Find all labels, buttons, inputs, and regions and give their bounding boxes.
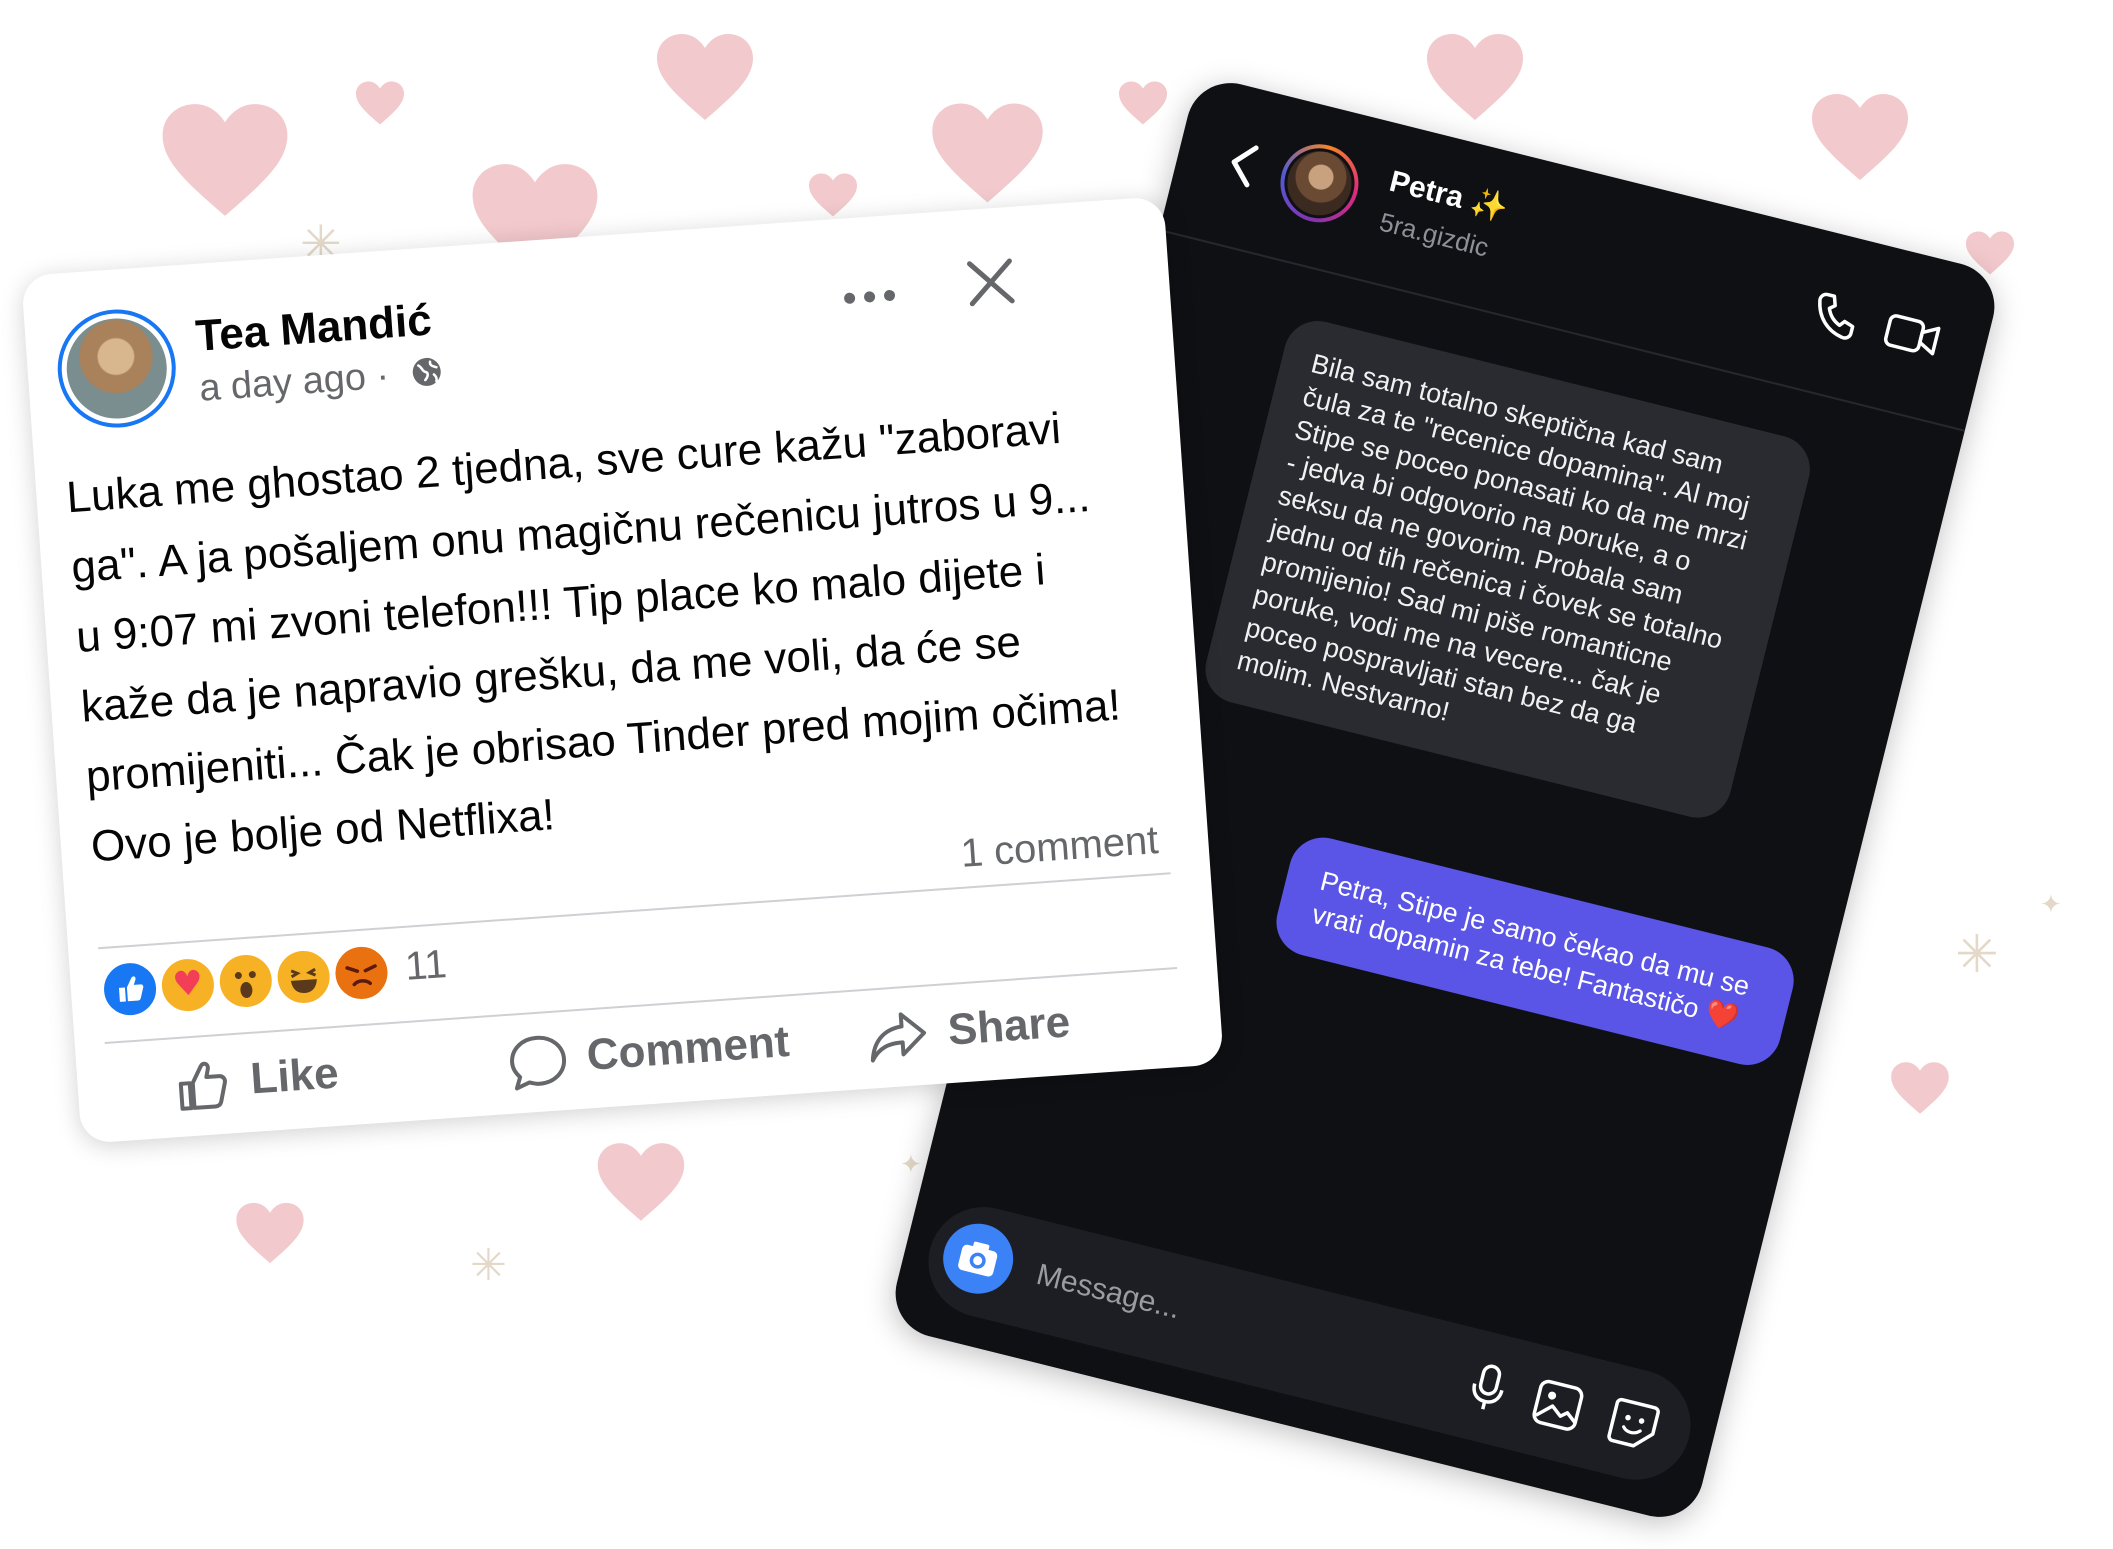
message-input[interactable]: Message... xyxy=(1033,1258,1183,1326)
heart-icon xyxy=(1119,81,1167,125)
sparkle-icon: ✦ xyxy=(900,1150,922,1180)
heart-icon xyxy=(1427,34,1523,120)
heart-icon xyxy=(809,173,857,217)
like-button[interactable]: Like xyxy=(171,1046,341,1117)
post-time[interactable]: a day ago xyxy=(198,356,367,410)
haha-reaction-icon xyxy=(272,946,335,1008)
care-reaction-icon: ♥ xyxy=(156,954,219,1017)
camera-icon xyxy=(958,1241,998,1277)
like-label: Like xyxy=(248,1048,341,1104)
comment-button[interactable]: Comment xyxy=(505,1014,791,1094)
comment-icon xyxy=(510,1035,566,1091)
heart-icon xyxy=(932,103,1043,203)
sparkle-icon: ✳ xyxy=(470,1240,507,1291)
meta-separator: · xyxy=(374,354,391,398)
post-body: Luka me ghostao 2 tjedna, sve cure kažu … xyxy=(64,403,1123,872)
share-icon xyxy=(870,1012,927,1063)
microphone-icon[interactable] xyxy=(1466,1360,1511,1417)
sparkle-icon: ✦ xyxy=(2040,890,2062,920)
incoming-message-bubble[interactable]: Bila sam totalno skeptična kad sam čula … xyxy=(1198,313,1818,825)
reaction-count: 11 xyxy=(403,942,449,989)
contact-avatar[interactable] xyxy=(1272,136,1367,231)
video-call-icon[interactable] xyxy=(1880,306,1945,364)
heart-icon xyxy=(356,81,404,125)
author-name[interactable]: Tea Mandić xyxy=(194,296,433,362)
message-composer[interactable]: Message... xyxy=(916,1195,1703,1492)
like-reaction-icon xyxy=(99,958,162,1021)
sparkles-icon: ✨ xyxy=(1467,185,1512,227)
comment-count[interactable]: 1 comment xyxy=(959,818,1160,877)
angry-reaction-icon xyxy=(330,941,393,1004)
wow-reaction-icon xyxy=(214,950,277,1012)
sticker-icon[interactable] xyxy=(1603,1394,1664,1455)
globe-icon xyxy=(412,357,441,386)
heart-icon xyxy=(236,1202,304,1264)
facebook-post: Tea Mandić a day ago · Luka me ghostao 2… xyxy=(21,196,1224,1144)
post-meta: a day ago · xyxy=(198,351,445,411)
phone-call-icon[interactable] xyxy=(1808,288,1864,344)
comment-label: Comment xyxy=(585,1016,791,1080)
share-label: Share xyxy=(946,997,1072,1055)
more-options-icon[interactable] xyxy=(839,285,900,309)
heart-icon xyxy=(1891,1062,1949,1114)
author-avatar[interactable] xyxy=(53,305,180,432)
like-icon xyxy=(178,1061,227,1111)
close-icon[interactable] xyxy=(961,252,1021,312)
reaction-summary[interactable]: ♥ 11 xyxy=(99,941,448,1022)
back-arrow-icon[interactable] xyxy=(1216,135,1271,194)
heart-icon xyxy=(597,1143,685,1221)
divider xyxy=(98,872,1171,950)
camera-button[interactable] xyxy=(935,1216,1021,1302)
gallery-icon[interactable] xyxy=(1528,1375,1589,1436)
heart-icon xyxy=(162,104,288,216)
share-button[interactable]: Share xyxy=(864,995,1072,1069)
heart-icon xyxy=(657,34,753,120)
heart-icon xyxy=(1812,94,1908,180)
sparkle-icon: ✳ xyxy=(1955,925,1999,985)
outgoing-message-bubble[interactable]: Petra, Stipe je samo čekao da mu se vrat… xyxy=(1269,830,1801,1073)
